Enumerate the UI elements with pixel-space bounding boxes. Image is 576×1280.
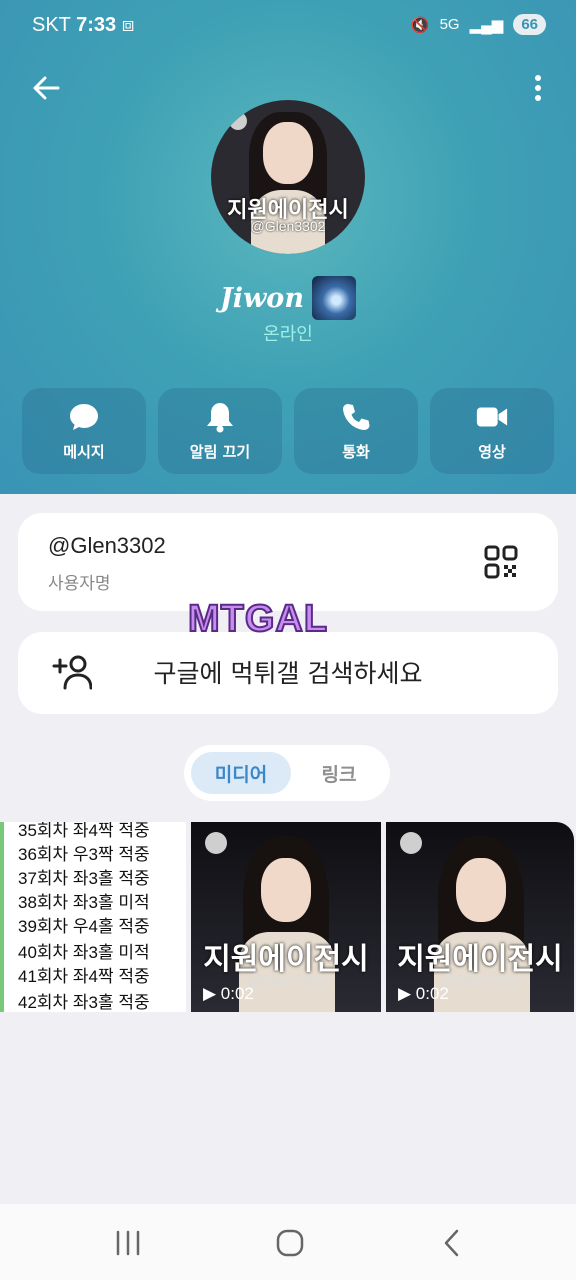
custom-emoji-icon[interactable] bbox=[311, 276, 356, 320]
qr-code-icon bbox=[484, 545, 518, 579]
username-value[interactable]: @Glen3302 bbox=[48, 533, 166, 559]
profile-header: SKT 7:33 ⧈ 🔇 5G ▂▄▆ 66 지원에이전시 @Glen3302 … bbox=[0, 0, 576, 494]
online-status: 온라인 bbox=[263, 324, 313, 345]
call-label: 통화 bbox=[342, 442, 370, 461]
list-line: 42회차 좌3홀 적중 bbox=[18, 993, 150, 1012]
username-card[interactable]: @Glen3302 사용자명 bbox=[18, 513, 558, 611]
list-line: 37회차 좌3홀 적중 bbox=[18, 869, 150, 888]
battery-badge: 66 bbox=[513, 14, 546, 35]
more-vertical-icon bbox=[535, 75, 541, 101]
list-line: 35회차 좌4짝 적중 bbox=[18, 822, 150, 840]
media-link-toggle: 미디어 링크 bbox=[184, 745, 390, 801]
status-icons: 🔇 5G ▂▄▆ 66 bbox=[411, 14, 546, 35]
watermark-logo: MTGAL bbox=[187, 597, 388, 644]
list-line: 38회차 좌3홀 미적 bbox=[18, 893, 150, 912]
video-duration: ▶ 0:02 bbox=[398, 984, 449, 1003]
media-item-image[interactable]: 35회차 좌4짝 적중 36회차 우3짝 적중 37회차 좌3홀 적중 38회차… bbox=[0, 822, 186, 1012]
signal-icon: ▂▄▆ bbox=[469, 16, 504, 34]
list-line: 39회차 우4홀 적중 bbox=[18, 917, 150, 936]
mute-notifications-button[interactable]: 알림 끄기 bbox=[158, 388, 282, 474]
system-navigation-bar bbox=[0, 1204, 576, 1280]
watermark-logo-text: MTGAL bbox=[187, 597, 329, 641]
watermark-caption: 구글에 먹튀갤 검색하세요 bbox=[153, 659, 423, 688]
tab-link[interactable]: 링크 bbox=[294, 752, 384, 794]
phone-icon bbox=[339, 401, 373, 433]
message-label: 메시지 bbox=[63, 442, 105, 461]
video-call-button[interactable]: 영상 bbox=[430, 388, 554, 474]
recent-apps-icon bbox=[116, 1230, 140, 1256]
system-back-button[interactable] bbox=[432, 1228, 472, 1258]
list-line: 41회차 좌4짝 적중 bbox=[18, 967, 150, 986]
message-button[interactable]: 메시지 bbox=[22, 388, 146, 474]
status-carrier-time: SKT 7:33 ⧈ bbox=[32, 14, 134, 37]
profile-name-row: Jiwon bbox=[0, 276, 576, 320]
arrow-left-icon bbox=[33, 76, 60, 100]
more-options-button[interactable] bbox=[526, 70, 550, 106]
bell-icon bbox=[203, 401, 237, 433]
mute-icon: 🔇 bbox=[410, 16, 430, 34]
mute-label: 알림 끄기 bbox=[189, 442, 251, 461]
qr-code-button[interactable] bbox=[484, 545, 518, 579]
username-caption: 사용자명 bbox=[48, 574, 111, 594]
media-item-video[interactable]: 지원에이전시 @Glen3302 ▶ 0:02 bbox=[386, 822, 574, 1012]
home-icon bbox=[276, 1229, 304, 1257]
avatar-handle: @Glen3302 bbox=[250, 218, 326, 234]
list-line: 36회차 우3짝 적중 bbox=[18, 845, 150, 864]
chat-bubble-icon bbox=[67, 401, 101, 433]
status-bar: SKT 7:33 ⧈ 🔇 5G ▂▄▆ 66 bbox=[0, 0, 576, 56]
video-label: 영상 bbox=[478, 442, 506, 461]
home-button[interactable] bbox=[270, 1228, 310, 1258]
list-line: 40회차 좌3홀 미적 bbox=[18, 943, 150, 962]
network-label: 5G bbox=[439, 16, 460, 33]
profile-name: Jiwon bbox=[220, 282, 304, 314]
screenshot-icon: ⧈ bbox=[121, 14, 135, 36]
recent-apps-button[interactable] bbox=[108, 1228, 148, 1258]
action-buttons: 메시지 알림 끄기 통화 영상 bbox=[22, 388, 554, 474]
video-camera-icon bbox=[475, 401, 509, 433]
moon-decoration bbox=[229, 112, 247, 130]
video-duration: ▶ 0:02 bbox=[203, 984, 254, 1003]
clock-label: 7:33 bbox=[76, 14, 117, 36]
media-item-video[interactable]: 지원에이전시 @Glen3302 ▶ 0:02 bbox=[191, 822, 381, 1012]
back-button[interactable] bbox=[28, 70, 64, 106]
tab-media[interactable]: 미디어 bbox=[191, 752, 291, 794]
chevron-left-icon bbox=[444, 1229, 459, 1257]
carrier-label: SKT bbox=[32, 14, 71, 36]
avatar[interactable]: 지원에이전시 @Glen3302 bbox=[211, 100, 365, 254]
call-button[interactable]: 통화 bbox=[294, 388, 418, 474]
